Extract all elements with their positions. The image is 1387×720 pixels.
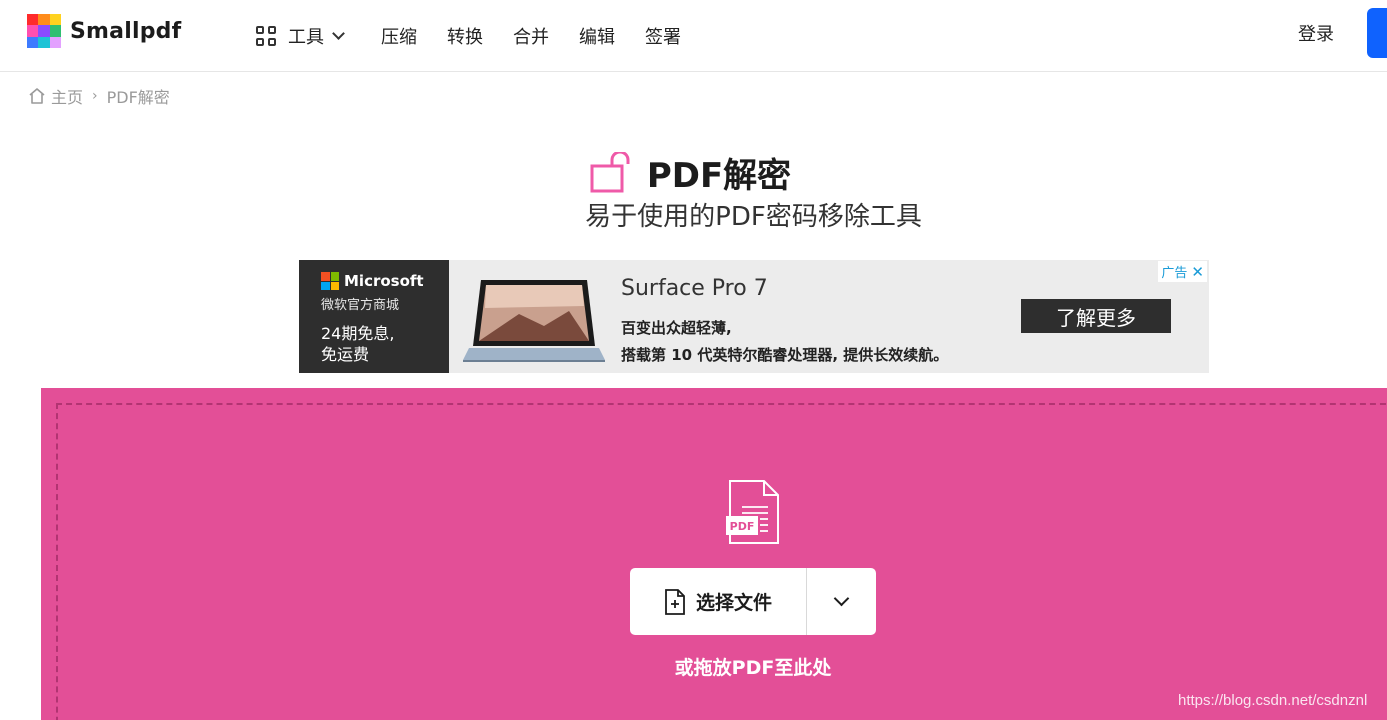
signup-button-edge[interactable] — [1367, 8, 1387, 58]
page-title: PDF解密 — [646, 156, 792, 196]
ad-description-line1: 百变出众超轻薄, — [621, 319, 732, 337]
choose-file-button[interactable]: 选择文件 — [630, 568, 807, 635]
laptop-image — [463, 280, 605, 362]
tools-menu-button[interactable]: 工具 — [256, 23, 345, 49]
nav-merge[interactable]: 合并 — [513, 23, 549, 49]
ad-brand-panel: Microsoft 微软官方商城 24期免息, 免运费 — [299, 260, 449, 373]
ad-offer-line1: 24期免息, — [321, 324, 395, 343]
drop-hint: 或拖放PDF至此处 — [674, 657, 832, 679]
file-add-icon — [665, 588, 685, 615]
microsoft-logo-icon — [321, 272, 339, 290]
file-dropzone[interactable]: PDF 选择文件 或拖放PDF至此处 — [41, 388, 1387, 720]
ad-learn-more-button[interactable]: 了解更多 — [1021, 299, 1171, 333]
top-navbar: Smallpdf 工具 压缩 转换 合并 编辑 签署 登录 — [0, 0, 1387, 72]
file-picker-group: 选择文件 — [630, 568, 876, 635]
page-heading: PDF解密 — [0, 148, 1387, 197]
nav-sign[interactable]: 签署 — [645, 23, 681, 49]
nav-compress[interactable]: 压缩 — [381, 23, 417, 49]
breadcrumb-home[interactable]: 主页 — [51, 84, 83, 108]
close-icon[interactable]: ✕ — [1191, 263, 1204, 281]
nav-edit[interactable]: 编辑 — [579, 23, 615, 49]
home-icon — [29, 88, 45, 104]
brand-name: Smallpdf — [70, 18, 182, 44]
apps-grid-icon — [256, 26, 276, 46]
unlock-icon — [590, 151, 630, 192]
ad-description-line2: 搭载第 10 代英特尔酷睿处理器, 提供长效续航。 — [621, 346, 949, 364]
main-nav: 工具 压缩 转换 合并 编辑 签署 — [256, 0, 711, 72]
ad-label: 广告 — [1161, 266, 1188, 281]
ad-banner[interactable]: Microsoft 微软官方商城 24期免息, 免运费 Surface Pro … — [299, 260, 1209, 373]
brand-logo[interactable]: Smallpdf — [27, 14, 181, 48]
watermark: https://blog.csdn.net/csdnznl — [1178, 692, 1368, 709]
ad-product-name: Surface Pro 7 — [621, 276, 768, 301]
ad-badge[interactable]: 广告 ✕ — [1158, 261, 1207, 282]
pdf-badge-text: PDF — [730, 520, 755, 533]
ad-offer: 24期免息, 免运费 — [321, 323, 449, 365]
choose-file-label: 选择文件 — [695, 592, 772, 614]
tools-label: 工具 — [288, 27, 324, 48]
login-link[interactable]: 登录 — [1298, 20, 1334, 46]
breadcrumb-separator: › — [92, 88, 98, 104]
ad-offer-line2: 免运费 — [321, 345, 370, 364]
chevron-down-icon — [833, 590, 850, 607]
pdf-file-icon: PDF — [726, 480, 779, 544]
breadcrumb: 主页 › PDF解密 — [27, 84, 170, 108]
ad-brand: Microsoft — [344, 272, 424, 290]
page-subtitle: 易于使用的PDF密码移除工具 — [585, 202, 922, 232]
breadcrumb-current: PDF解密 — [106, 88, 170, 107]
smallpdf-logo-icon — [27, 14, 61, 48]
nav-convert[interactable]: 转换 — [447, 23, 483, 49]
file-source-dropdown-button[interactable] — [807, 568, 876, 635]
chevron-down-icon — [332, 27, 345, 40]
ad-store: 微软官方商城 — [321, 298, 400, 313]
